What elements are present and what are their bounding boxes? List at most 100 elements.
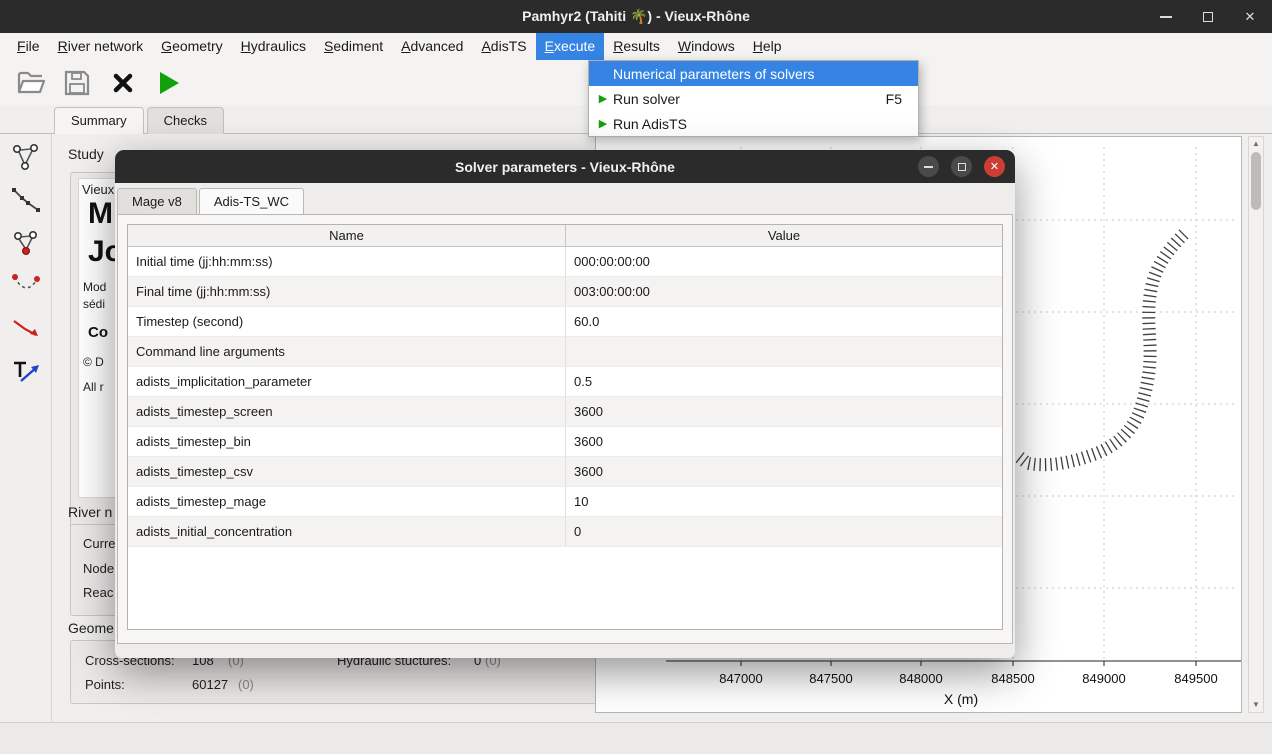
scroll-down-icon[interactable]: ▼ — [1249, 698, 1263, 712]
x-axis-label: X (m) — [944, 691, 978, 707]
param-value-cell[interactable]: 60.0 — [566, 307, 1002, 336]
app-heading-line1: M — [88, 196, 113, 232]
open-button[interactable] — [14, 66, 48, 100]
run-button[interactable] — [152, 66, 186, 100]
network-nodes-icon — [11, 142, 41, 172]
param-name-cell: Command line arguments — [128, 337, 566, 366]
points-extra: (0) — [238, 677, 254, 692]
param-name-cell: adists_timestep_csv — [128, 457, 566, 486]
param-name-cell: adists_implicitation_parameter — [128, 367, 566, 396]
maximize-icon[interactable] — [1200, 9, 1216, 25]
points-value: 60127 — [192, 677, 228, 692]
slope-tool-button[interactable] — [8, 312, 44, 346]
scroll-up-icon[interactable]: ▲ — [1249, 137, 1263, 151]
menu-item-run-adists[interactable]: ▶ Run AdisTS — [589, 111, 918, 136]
table-row[interactable]: Timestep (second) 60.0 — [128, 307, 1002, 337]
menu-hydraulics[interactable]: Hydraulics — [232, 33, 315, 60]
menu-help[interactable]: Help — [744, 33, 791, 60]
tab-summary[interactable]: Summary — [54, 107, 144, 134]
current-label: Curre — [83, 536, 116, 551]
table-row[interactable]: Final time (jj:hh:mm:ss) 003:00:00:00 — [128, 277, 1002, 307]
titlebar[interactable]: Pamhyr2 (Tahiti 🌴) - Vieux-Rhône ✕ — [0, 0, 1272, 33]
table-row[interactable]: adists_timestep_screen 3600 — [128, 397, 1002, 427]
x-tick-label: 847000 — [719, 671, 762, 686]
x-tick-label: 848000 — [899, 671, 942, 686]
table-row[interactable]: adists_timestep_bin 3600 — [128, 427, 1002, 457]
table-header-row: Name Value — [128, 225, 1002, 247]
close-icon[interactable]: ✕ — [1242, 9, 1258, 25]
save-button[interactable] — [60, 66, 94, 100]
study-section-label: Study — [68, 146, 104, 162]
minimize-icon[interactable] — [1158, 9, 1174, 25]
menu-file[interactable]: File — [8, 33, 49, 60]
geometry-section-label: Geome — [68, 620, 114, 636]
param-value-cell[interactable]: 3600 — [566, 427, 1002, 456]
play-icon: ▶ — [595, 92, 611, 105]
vertical-scrollbar[interactable]: ▲ ▼ — [1248, 136, 1264, 713]
menu-results[interactable]: Results — [604, 33, 669, 60]
reach-label: Reac — [83, 585, 113, 600]
window-title: Pamhyr2 (Tahiti 🌴) - Vieux-Rhône — [522, 8, 750, 25]
param-value-cell[interactable]: 003:00:00:00 — [566, 277, 1002, 306]
copyright-line: © D — [83, 355, 104, 369]
contributors-heading: Co — [88, 324, 108, 341]
save-icon — [63, 69, 91, 97]
dialog-titlebar[interactable]: Solver parameters - Vieux-Rhône ✕ — [115, 150, 1015, 183]
table-row[interactable]: adists_timestep_mage 10 — [128, 487, 1002, 517]
river-path[interactable] — [1018, 234, 1184, 465]
menu-windows[interactable]: Windows — [669, 33, 744, 60]
tab-checks[interactable]: Checks — [147, 107, 224, 134]
table-body: Initial time (jj:hh:mm:ss) 000:00:00:00 … — [128, 247, 1002, 547]
menu-item-label: Run AdisTS — [613, 116, 687, 132]
x-tick-label: 849500 — [1174, 671, 1217, 686]
menu-adists[interactable]: AdisTS — [472, 33, 535, 60]
menu-execute[interactable]: Execute — [536, 33, 605, 60]
param-value-cell[interactable]: 0.5 — [566, 367, 1002, 396]
table-row[interactable]: adists_implicitation_parameter 0.5 — [128, 367, 1002, 397]
table-row[interactable]: Command line arguments — [128, 337, 1002, 367]
scrollbar-thumb[interactable] — [1251, 152, 1261, 210]
table-row[interactable]: Initial time (jj:hh:mm:ss) 000:00:00:00 — [128, 247, 1002, 277]
x-tick-label: 847500 — [809, 671, 852, 686]
param-name-cell: adists_timestep_mage — [128, 487, 566, 516]
menu-sediment[interactable]: Sediment — [315, 33, 392, 60]
dialog-minimize-icon[interactable] — [918, 156, 939, 177]
tab-mage-v8[interactable]: Mage v8 — [117, 188, 197, 215]
x-tick-label: 849000 — [1082, 671, 1125, 686]
dialog-maximize-icon[interactable] — [951, 156, 972, 177]
param-value-cell[interactable]: 3600 — [566, 397, 1002, 426]
table-row[interactable]: adists_timestep_csv 3600 — [128, 457, 1002, 487]
nodes-tool-button[interactable] — [8, 226, 44, 260]
window-controls: ✕ — [1158, 0, 1258, 33]
window-bottom-strip — [0, 722, 1272, 754]
x-tick-label: 848500 — [991, 671, 1034, 686]
red-slope-arrow-icon — [11, 314, 41, 344]
transport-tool-button[interactable] — [8, 355, 44, 389]
menu-geometry[interactable]: Geometry — [152, 33, 231, 60]
nodes-red-point-icon — [11, 228, 41, 258]
profile-tool-button[interactable] — [8, 183, 44, 217]
param-name-cell: adists_timestep_screen — [128, 397, 566, 426]
tab-adis-ts-wc[interactable]: Adis-TS_WC — [199, 188, 304, 215]
network-tool-button[interactable] — [8, 140, 44, 174]
points-label: Points: — [85, 677, 125, 692]
param-name-cell: Timestep (second) — [128, 307, 566, 336]
table-row[interactable]: adists_initial_concentration 0 — [128, 517, 1002, 547]
menu-item-run-solver[interactable]: ▶ Run solver F5 — [589, 86, 918, 111]
param-value-cell[interactable]: 0 — [566, 517, 1002, 546]
menu-river-network[interactable]: River network — [49, 33, 153, 60]
dialog-close-icon[interactable]: ✕ — [984, 156, 1005, 177]
reach-tool-button[interactable] — [8, 269, 44, 303]
menu-item-label: Numerical parameters of solvers — [613, 66, 815, 82]
column-header-value: Value — [566, 225, 1002, 246]
param-value-cell[interactable]: 000:00:00:00 — [566, 247, 1002, 276]
param-value-cell[interactable] — [566, 337, 1002, 366]
dialog-tabbar: Mage v8 Adis-TS_WC — [115, 183, 1015, 214]
run-play-icon — [157, 70, 181, 96]
menu-advanced[interactable]: Advanced — [392, 33, 472, 60]
param-name-cell: Final time (jj:hh:mm:ss) — [128, 277, 566, 306]
param-value-cell[interactable]: 3600 — [566, 457, 1002, 486]
menu-item-numerical-parameters[interactable]: Numerical parameters of solvers — [589, 61, 918, 86]
param-value-cell[interactable]: 10 — [566, 487, 1002, 516]
close-project-button[interactable] — [106, 66, 140, 100]
